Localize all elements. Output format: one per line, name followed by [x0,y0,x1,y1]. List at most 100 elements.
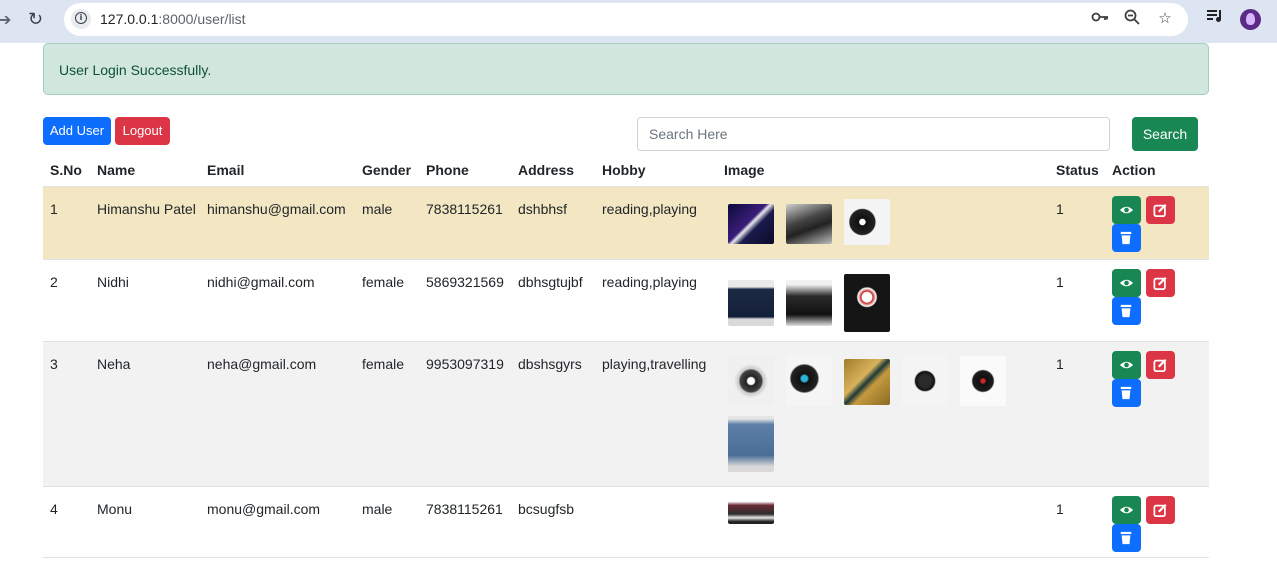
cell-address: dbshsgyrs [518,356,582,372]
product-thumbnail [786,356,832,406]
edit-button[interactable] [1146,196,1175,224]
edit-icon [1153,358,1167,372]
login-success-alert: User Login Successfully. [43,43,1209,95]
cell-sno: 1 [50,201,58,217]
eye-icon [1119,206,1134,214]
alert-message: User Login Successfully. [59,62,212,78]
cell-sno: 3 [50,356,58,372]
zoom-icon[interactable] [1122,9,1142,29]
eye-icon [1119,506,1134,514]
user-table: S.No Name Email Gender Phone Address Hob… [43,158,1209,558]
search-input[interactable] [637,117,1110,151]
forward-icon[interactable]: ➔ [0,10,12,30]
header-hobby: Hobby [602,162,646,178]
cell-gender: female [362,356,405,372]
delete-button[interactable] [1112,524,1141,552]
bookmark-star-icon[interactable]: ☆ [1155,9,1175,29]
product-thumbnail [728,416,774,472]
product-thumbnail [844,199,890,245]
cell-name: Nidhi [97,274,129,290]
delete-button[interactable] [1112,379,1141,407]
table-row: 4 Monu monu@gmail.com male 7838115261 bc… [43,487,1209,558]
delete-button[interactable] [1112,297,1141,325]
cell-phone: 7838115261 [426,201,503,217]
reload-icon[interactable]: ↻ [28,9,46,29]
view-button[interactable] [1112,496,1141,524]
header-image: Image [724,162,765,178]
table-header: S.No Name Email Gender Phone Address Hob… [43,158,1209,187]
eye-icon [1119,361,1134,369]
header-sno: S.No [50,162,82,178]
product-thumbnail [902,356,948,406]
eye-icon [1119,279,1134,287]
cell-name: Himanshu Patel [97,201,196,217]
product-thumbnail [844,359,890,405]
trash-icon [1120,531,1132,545]
table-row: 3 Neha neha@gmail.com female 9953097319 … [43,342,1209,487]
cell-name: Neha [97,356,131,372]
header-address: Address [518,162,575,178]
product-thumbnail [728,356,774,406]
header-phone: Phone [426,162,469,178]
site-info-icon[interactable]: i [71,9,91,29]
key-icon[interactable] [1090,9,1110,29]
product-thumbnail [960,356,1006,406]
product-thumbnail [728,499,774,524]
media-control-icon[interactable] [1205,9,1225,29]
cell-email: monu@gmail.com [207,501,321,517]
cell-phone: 5869321569 [426,274,504,290]
cell-phone: 9953097319 [426,356,504,372]
cell-name: Monu [97,501,133,517]
header-action: Action [1112,162,1156,178]
cell-phone: 7838115261 [426,501,503,517]
cell-sno: 2 [50,274,58,290]
view-button[interactable] [1112,351,1141,379]
address-bar[interactable]: i 127.0.0.1:8000/user/list ☆ [64,3,1188,36]
logout-button[interactable]: Logout [115,117,170,145]
trash-icon [1120,304,1132,318]
cell-email: neha@gmail.com [207,356,317,372]
header-email: Email [207,162,245,178]
trash-icon [1120,231,1132,245]
cell-sno: 4 [50,501,58,517]
trash-icon [1120,386,1132,400]
cell-address: dbhsgtujbf [518,274,583,290]
cell-address: bcsugfsb [518,501,575,517]
cell-gender: male [362,201,393,217]
table-row: 2 Nidhi nidhi@gmail.com female 586932156… [43,260,1209,342]
cell-hobby: reading,playing [602,201,697,217]
cell-status: 1 [1056,274,1064,290]
cell-email: himanshu@gmail.com [207,201,346,217]
browser-toolbar: ➔ ↻ i 127.0.0.1:8000/user/list ☆ [0,0,1277,43]
view-button[interactable] [1112,196,1141,224]
product-thumbnail [844,274,890,332]
view-button[interactable] [1112,269,1141,297]
search-button[interactable]: Search [1132,117,1198,151]
edit-icon [1153,503,1167,517]
cell-status: 1 [1056,356,1064,372]
header-name: Name [97,162,136,178]
product-thumbnail [728,204,774,244]
cell-status: 1 [1056,501,1064,517]
product-thumbnail [786,280,832,326]
header-gender: Gender [362,162,412,178]
edit-button[interactable] [1146,496,1175,524]
profile-avatar[interactable] [1240,9,1261,30]
table-row: 1 Himanshu Patel himanshu@gmail.com male… [43,187,1209,260]
cell-email: nidhi@gmail.com [207,274,315,290]
edit-button[interactable] [1146,269,1175,297]
cell-gender: female [362,274,405,290]
cell-hobby: playing,travelling [602,356,707,372]
product-thumbnail [728,280,774,326]
add-user-button[interactable]: Add User [43,117,111,145]
cell-status: 1 [1056,201,1064,217]
cell-hobby: reading,playing [602,274,697,290]
header-status: Status [1056,162,1099,178]
cell-address: dshbhsf [518,201,568,217]
edit-button[interactable] [1146,351,1175,379]
edit-icon [1153,203,1167,217]
product-thumbnail [786,204,832,244]
delete-button[interactable] [1112,224,1141,252]
cell-gender: male [362,501,393,517]
url-text[interactable]: 127.0.0.1:8000/user/list [100,11,246,27]
